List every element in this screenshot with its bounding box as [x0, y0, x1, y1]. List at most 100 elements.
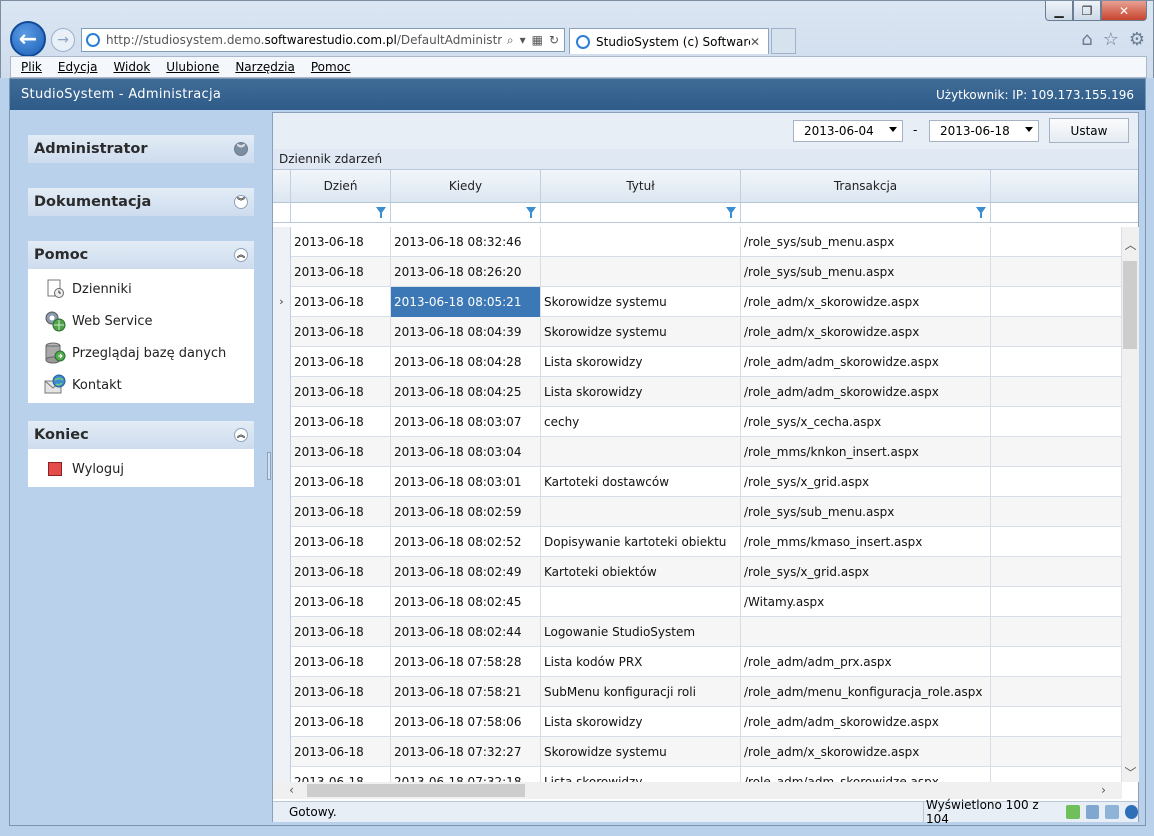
cell-transakcja[interactable]: /role_adm/x_skorowidze.aspx — [741, 287, 991, 317]
cell-transakcja[interactable]: /role_sys/x_grid.aspx — [741, 557, 991, 587]
menu-plik[interactable]: Plik — [21, 60, 42, 74]
cell-transakcja[interactable]: /Witamy.aspx — [741, 587, 991, 617]
menu-ulubione[interactable]: Ulubione — [166, 60, 219, 74]
cell-dzien[interactable]: 2013-06-18 — [291, 737, 391, 767]
column-header-tytul[interactable]: Tytuł — [541, 170, 741, 202]
cell-dzien[interactable]: 2013-06-18 — [291, 497, 391, 527]
new-tab-button[interactable] — [771, 28, 796, 54]
filter-dzien[interactable] — [291, 203, 391, 222]
tab-close-icon[interactable]: ✕ — [750, 35, 764, 49]
dropdown-arrow-icon[interactable]: ▾ — [520, 33, 526, 48]
row-indicator[interactable] — [273, 647, 291, 677]
column-header-dzien[interactable]: Dzień — [291, 170, 391, 202]
close-window-icon[interactable]: ✕ — [1101, 1, 1147, 21]
cell-kiedy[interactable]: 2013-06-18 07:32:18 — [391, 767, 541, 782]
cell-kiedy[interactable]: 2013-06-18 08:03:07 — [391, 407, 541, 437]
refresh-arrows-icon[interactable] — [1066, 805, 1080, 819]
vertical-scroll-thumb[interactable] — [1123, 261, 1137, 349]
sidebar-item-web-service[interactable]: Web Service — [28, 305, 254, 337]
cell-kiedy[interactable]: 2013-06-18 08:04:25 — [391, 377, 541, 407]
settings-gear-icon[interactable]: ⚙ — [1129, 29, 1145, 50]
cell-transakcja[interactable]: /role_mms/knkon_insert.aspx — [741, 437, 991, 467]
horizontal-scroll-thumb[interactable] — [307, 784, 525, 797]
table-row[interactable]: 2013-06-18 2013-06-18 08:04:39 Skorowidze … — [273, 317, 1122, 347]
home-icon[interactable]: ⌂ — [1081, 29, 1092, 50]
row-indicator[interactable] — [273, 347, 291, 377]
cell-tytul[interactable]: Lista skorowidzy — [541, 767, 741, 782]
table-row[interactable]: 2013-06-18 2013-06-18 08:03:04/role_mms/k… — [273, 437, 1122, 467]
row-indicator[interactable] — [273, 677, 291, 707]
cell-transakcja[interactable] — [741, 617, 991, 647]
help-icon[interactable] — [1124, 805, 1138, 819]
cell-tytul[interactable]: Logowanie StudioSystem — [541, 617, 741, 647]
scroll-right-icon[interactable]: › — [1095, 782, 1112, 799]
cell-kiedy[interactable]: 2013-06-18 08:02:52 — [391, 527, 541, 557]
panel-header-dokumentacja[interactable]: Dokumentacja ︾ — [28, 188, 254, 216]
cell-tytul[interactable]: Skorowidze systemu — [541, 287, 741, 317]
row-indicator[interactable] — [273, 407, 291, 437]
cell-dzien[interactable]: 2013-06-18 — [291, 257, 391, 287]
table-row[interactable]: 2013-06-18 2013-06-18 08:02:49 Kartoteki o… — [273, 557, 1122, 587]
cell-tytul[interactable]: SubMenu konfiguracji roli — [541, 677, 741, 707]
table-row[interactable]: › 2013-06-18 2013-06-18 08:05:21 Skorowidze… — [273, 287, 1122, 317]
table-row[interactable]: 2013-06-18 2013-06-18 08:26:20/role_sys/s… — [273, 257, 1122, 287]
menu-pomoc[interactable]: Pomoc — [311, 60, 351, 74]
cell-dzien[interactable]: 2013-06-18 — [291, 287, 391, 317]
row-indicator[interactable] — [273, 497, 291, 527]
filter-kiedy[interactable] — [391, 203, 541, 222]
cell-tytul[interactable]: Lista skorowidzy — [541, 707, 741, 737]
cell-kiedy[interactable]: 2013-06-18 07:58:06 — [391, 707, 541, 737]
expand-chevron-icon[interactable]: ︾ — [234, 195, 248, 209]
collapse-chevron-icon[interactable]: ︽ — [234, 248, 248, 262]
export-icon[interactable] — [1085, 805, 1100, 819]
favorites-star-icon[interactable]: ☆ — [1103, 29, 1119, 50]
cell-tytul[interactable]: cechy — [541, 407, 741, 437]
cell-kiedy[interactable]: 2013-06-18 08:02:59 — [391, 497, 541, 527]
cell-kiedy[interactable]: 2013-06-18 07:58:28 — [391, 647, 541, 677]
cell-kiedy[interactable]: 2013-06-18 08:04:28 — [391, 347, 541, 377]
cell-tytul[interactable] — [541, 257, 741, 287]
table-row[interactable]: 2013-06-18 2013-06-18 07:32:27 Skorowidze … — [273, 737, 1122, 767]
cell-dzien[interactable]: 2013-06-18 — [291, 527, 391, 557]
sidebar-item-wyloguj[interactable]: Wyloguj — [28, 453, 254, 485]
cell-transakcja[interactable]: /role_sys/x_cecha.aspx — [741, 407, 991, 437]
cell-dzien[interactable]: 2013-06-18 — [291, 347, 391, 377]
table-row[interactable]: 2013-06-18 2013-06-18 08:02:59/role_sys/s… — [273, 497, 1122, 527]
filter-tytul[interactable] — [541, 203, 741, 222]
table-row[interactable]: 2013-06-18 2013-06-18 08:02:52 Dopisywanie… — [273, 527, 1122, 557]
cell-tytul[interactable] — [541, 587, 741, 617]
refresh-icon[interactable]: ↻ — [549, 33, 559, 48]
cell-transakcja[interactable]: /role_adm/x_skorowidze.aspx — [741, 317, 991, 347]
row-indicator[interactable] — [273, 227, 291, 257]
row-indicator[interactable] — [273, 317, 291, 347]
panel-header-pomoc[interactable]: Pomoc ︽ — [28, 241, 254, 269]
column-header-kiedy[interactable]: Kiedy — [391, 170, 541, 202]
cell-transakcja[interactable]: /role_adm/menu_konfiguracja_role.aspx — [741, 677, 991, 707]
splitter-grip[interactable] — [267, 452, 271, 480]
cell-transakcja[interactable]: /role_adm/adm_skorowidze.aspx — [741, 377, 991, 407]
cell-dzien[interactable]: 2013-06-18 — [291, 767, 391, 782]
row-indicator[interactable] — [273, 617, 291, 647]
cell-tytul[interactable]: Kartoteki dostawców — [541, 467, 741, 497]
cell-dzien[interactable]: 2013-06-18 — [291, 227, 391, 257]
minimize-icon[interactable]: ▁ — [1045, 1, 1073, 21]
panel-header-koniec[interactable]: Koniec ︽ — [28, 421, 254, 449]
print-icon[interactable] — [1105, 805, 1119, 819]
row-indicator[interactable] — [273, 707, 291, 737]
maximize-icon[interactable]: ❐ — [1073, 1, 1101, 21]
table-row[interactable]: 2013-06-18 2013-06-18 08:03:01 Kartoteki d… — [273, 467, 1122, 497]
address-bar[interactable]: http://studiosystem.demo.softwarestudio.… — [81, 28, 565, 52]
cell-transakcja[interactable]: /role_mms/kmaso_insert.aspx — [741, 527, 991, 557]
row-indicator[interactable] — [273, 737, 291, 767]
filter-funnel-icon[interactable] — [376, 207, 386, 218]
filter-funnel-icon[interactable] — [976, 207, 986, 218]
row-indicator[interactable] — [273, 587, 291, 617]
horizontal-scrollbar[interactable]: ‹ › — [273, 782, 1122, 799]
cell-transakcja[interactable]: /role_adm/adm_skorowidze.aspx — [741, 767, 991, 782]
menu-edycja[interactable]: Edycja — [58, 60, 98, 74]
row-indicator[interactable] — [273, 377, 291, 407]
compatibility-icon[interactable]: ▦ — [532, 33, 543, 48]
date-to-select[interactable]: 2013-06-18 — [929, 120, 1039, 142]
search-icon[interactable]: ⌕ — [507, 33, 514, 48]
cell-transakcja[interactable]: /role_sys/x_grid.aspx — [741, 467, 991, 497]
